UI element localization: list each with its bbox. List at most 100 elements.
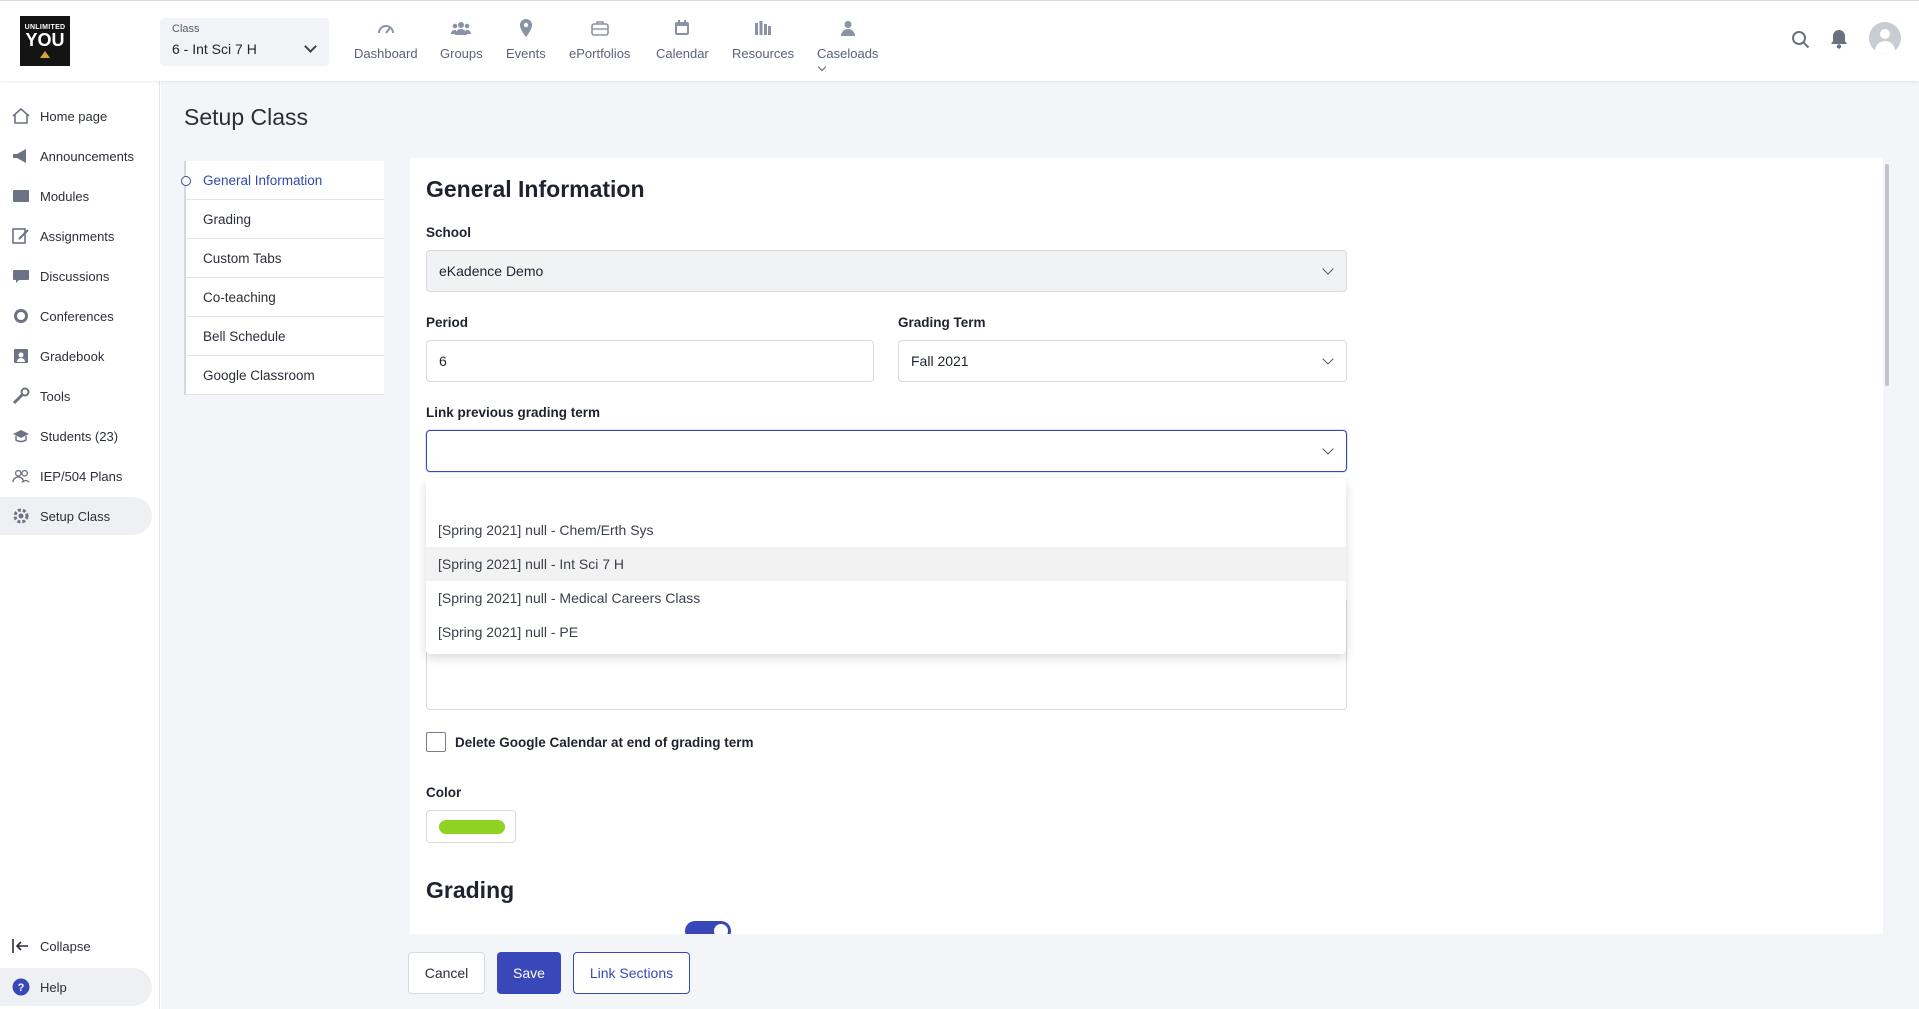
class-selector-label: Class: [172, 23, 200, 35]
nav-caseloads-label: Caseloads: [817, 46, 878, 76]
save-button[interactable]: Save: [497, 952, 561, 994]
grading-term-label: Grading Term: [898, 315, 986, 330]
sidebar: Home page Announcements Modules Assignme…: [0, 81, 160, 1009]
subnav-google-classroom[interactable]: Google Classroom: [186, 356, 384, 395]
subnav-bell-schedule[interactable]: Bell Schedule: [186, 317, 384, 356]
dropdown-option[interactable]: [Spring 2021] null - PE: [426, 615, 1346, 649]
nav-groups-label: Groups: [440, 46, 483, 61]
scrollbar[interactable]: [1883, 158, 1891, 934]
sidebar-item-modules[interactable]: Modules: [0, 177, 152, 215]
collapse-icon: [12, 938, 30, 954]
bell-icon[interactable]: [1830, 29, 1848, 54]
sidebar-item-discussions[interactable]: Discussions: [0, 257, 152, 295]
nav-resources-label: Resources: [732, 46, 795, 61]
resources-icon: [753, 19, 773, 37]
form-card: General Information School eKadence Demo…: [410, 158, 1891, 934]
dashboard-icon: [376, 19, 396, 37]
grading-term-select[interactable]: Fall 2021: [898, 340, 1347, 382]
sidebar-item-announcements[interactable]: Announcements: [0, 137, 152, 175]
gradebook-icon: [12, 348, 30, 364]
scrollbar-thumb[interactable]: [1885, 164, 1889, 386]
sidebar-item-label: Students (23): [40, 428, 119, 444]
chevron-down-icon: [1322, 443, 1334, 455]
svg-text:?: ?: [18, 982, 25, 994]
sidebar-item-label: Setup Class: [40, 508, 111, 524]
color-swatch: [439, 820, 505, 834]
logo-text-main: YOU: [25, 30, 65, 50]
help-button[interactable]: ? Help: [0, 968, 152, 1006]
chevron-down-icon: [817, 62, 827, 72]
collapse-label: Collapse: [40, 938, 91, 954]
nav-calendar[interactable]: Calendar: [656, 19, 709, 61]
nav-events-label: Events: [506, 46, 546, 61]
subnav-co-teaching[interactable]: Co-teaching: [186, 278, 384, 317]
page-title: Setup Class: [184, 104, 309, 130]
sidebar-item-assignments[interactable]: Assignments: [0, 217, 152, 255]
sidebar-item-label: IEP/504 Plans: [40, 468, 123, 484]
sidebar-item-iep-504-plans[interactable]: IEP/504 Plans: [0, 457, 152, 495]
sidebar-item-home-page[interactable]: Home page: [0, 97, 152, 135]
cancel-button[interactable]: Cancel: [408, 952, 485, 994]
nav-caseloads[interactable]: Caseloads: [817, 19, 878, 76]
sidebar-item-label: Gradebook: [40, 348, 105, 364]
sidebar-item-label: Announcements: [40, 148, 134, 164]
groups-icon: [451, 19, 472, 37]
sidebar-item-setup-class[interactable]: Setup Class: [0, 497, 152, 535]
calendar-icon: [672, 19, 692, 37]
avatar[interactable]: [1869, 22, 1901, 54]
subnav-general-information[interactable]: General Information: [181, 161, 384, 200]
search-icon[interactable]: [1791, 30, 1810, 54]
sidebar-item-gradebook[interactable]: Gradebook: [0, 337, 152, 375]
nav-groups[interactable]: Groups: [440, 19, 483, 61]
section-title: General Information: [426, 176, 645, 202]
discussion-icon: [12, 268, 30, 284]
delete-calendar-checkbox[interactable]: [426, 732, 446, 752]
link-prev-term-select[interactable]: [426, 430, 1347, 472]
home-icon: [12, 108, 30, 124]
period-input[interactable]: 6: [426, 340, 874, 382]
school-label: School: [426, 225, 472, 240]
school-value: eKadence Demo: [439, 263, 544, 279]
class-selector[interactable]: Class 6 - Int Sci 7 H: [160, 18, 329, 66]
nav-eportfolios-label: ePortfolios: [569, 46, 631, 61]
class-selector-value: 6 - Int Sci 7 H: [172, 41, 257, 57]
nav-resources[interactable]: Resources: [732, 19, 794, 61]
sidebar-item-label: Assignments: [40, 228, 115, 244]
folder-icon: [12, 188, 30, 204]
period-value: 6: [439, 353, 447, 369]
sidebar-item-label: Conferences: [40, 308, 114, 324]
tools-icon: [12, 387, 30, 405]
link-prev-term-label: Link previous grading term: [426, 405, 601, 420]
grading-toggle[interactable]: [685, 921, 731, 934]
help-label: Help: [40, 979, 67, 995]
collapse-button[interactable]: Collapse: [0, 927, 152, 965]
people-icon: [12, 468, 30, 484]
nav-dashboard[interactable]: Dashboard: [354, 19, 418, 61]
dropdown-option[interactable]: [Spring 2021] null - Medical Careers Cla…: [426, 581, 1346, 615]
chevron-down-icon: [1322, 263, 1334, 275]
delete-calendar-label: Delete Google Calendar at end of grading…: [455, 735, 754, 750]
logo[interactable]: UNLIMITED YOU: [20, 16, 70, 66]
chat-icon: [12, 308, 30, 324]
school-select[interactable]: eKadence Demo: [426, 250, 1347, 292]
subnav-custom-tabs[interactable]: Custom Tabs: [186, 239, 384, 278]
sidebar-item-tools[interactable]: Tools: [0, 377, 152, 415]
dropdown-option[interactable]: [Spring 2021] null - Int Sci 7 H: [426, 547, 1346, 581]
nav-eportfolios[interactable]: ePortfolios: [569, 19, 630, 61]
main-content: Setup Class General Information Grading …: [161, 81, 1919, 1009]
sidebar-item-label: Home page: [40, 108, 108, 124]
dropdown-option[interactable]: [Spring 2021] null - Chem/Erth Sys: [426, 513, 1346, 547]
grading-section-title: Grading: [426, 877, 515, 903]
sidebar-item-conferences[interactable]: Conferences: [0, 297, 152, 335]
grading-term-value: Fall 2021: [911, 353, 969, 369]
assignment-icon: [12, 228, 30, 244]
dropdown-option-empty[interactable]: [426, 478, 1346, 512]
color-picker[interactable]: [426, 810, 516, 843]
students-icon: [12, 428, 30, 444]
help-icon: ?: [12, 978, 30, 996]
nav-events[interactable]: Events: [506, 19, 546, 61]
link-sections-button[interactable]: Link Sections: [573, 952, 690, 994]
sidebar-item-students[interactable]: Students (23): [0, 417, 152, 455]
subnav-grading[interactable]: Grading: [186, 200, 384, 239]
period-label: Period: [426, 315, 469, 330]
